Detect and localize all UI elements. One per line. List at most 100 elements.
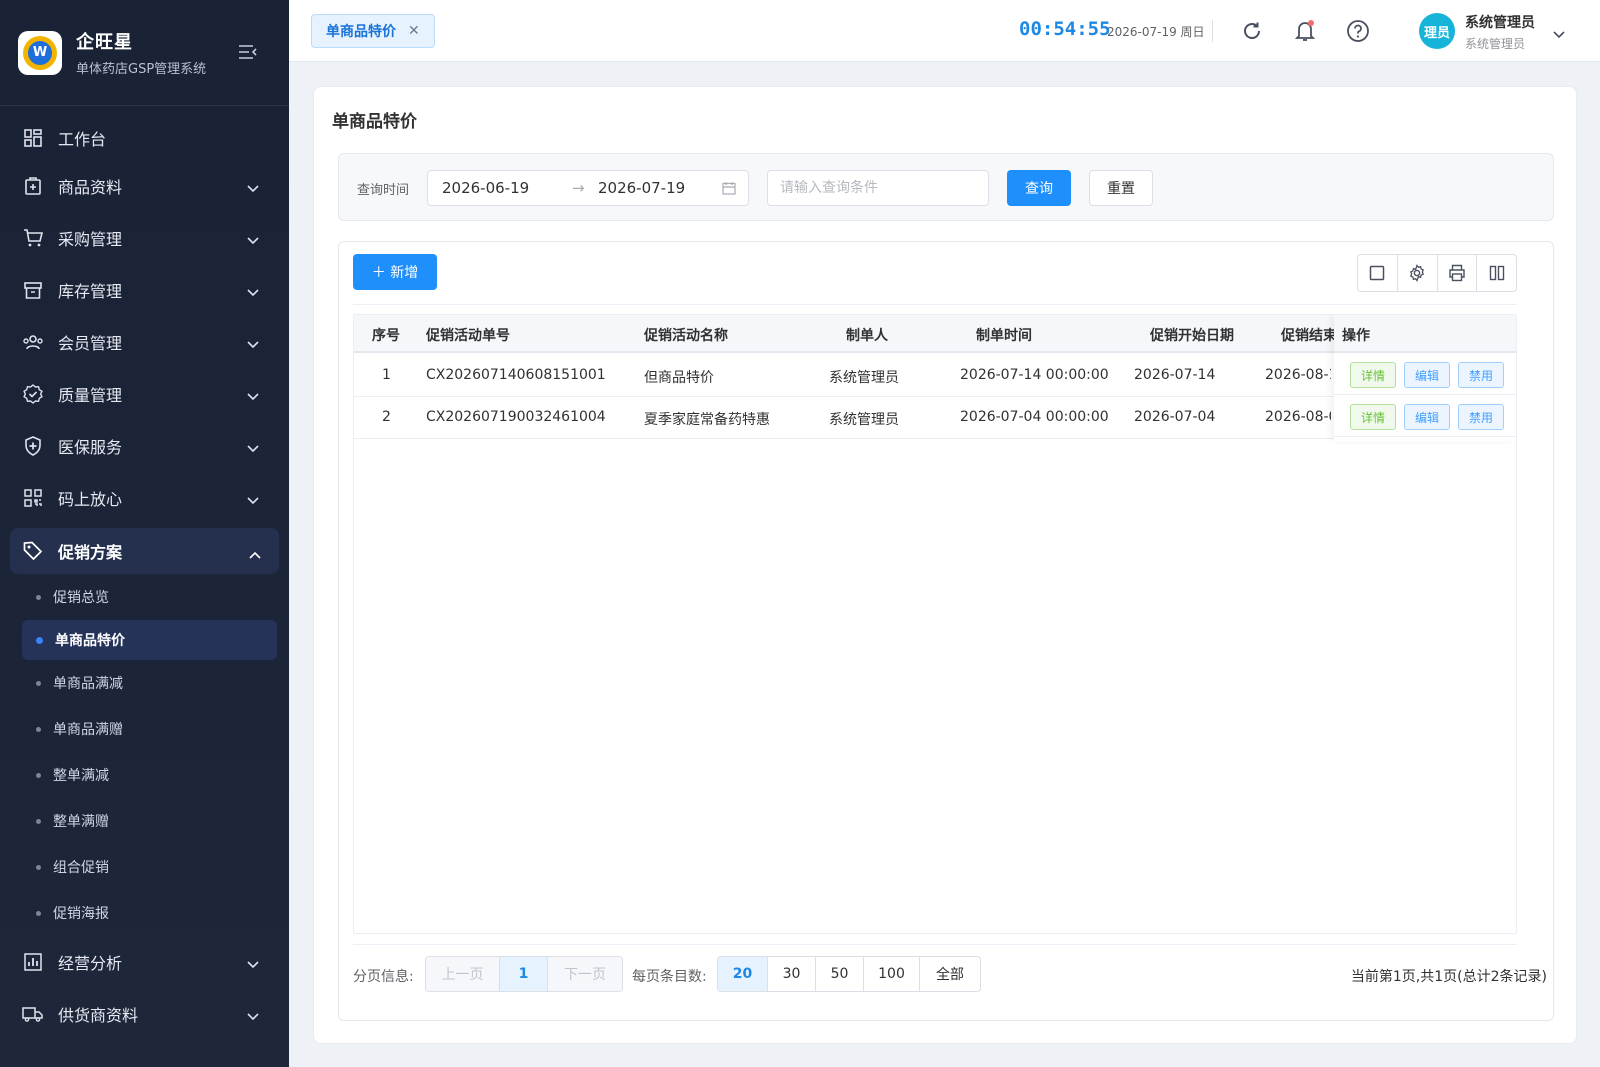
- sidebar-item-label: 医保服务: [58, 438, 123, 457]
- add-button[interactable]: ＋ 新增: [353, 254, 437, 290]
- disable-button[interactable]: 禁用: [1458, 362, 1504, 388]
- detail-button[interactable]: 详情: [1350, 404, 1396, 430]
- chevron-up-icon: [249, 544, 261, 563]
- brand-title: 企旺星: [76, 32, 133, 53]
- sidebar-item-analytics[interactable]: 经营分析: [0, 936, 289, 988]
- sidebar-item-workbench[interactable]: 工作台: [0, 116, 289, 160]
- submenu-label: 单商品满赠: [53, 722, 123, 738]
- help-icon[interactable]: [1345, 18, 1371, 44]
- detail-button[interactable]: 详情: [1350, 362, 1396, 388]
- topbar: 单商品特价 ✕ 00:54:55 2026-07-19 周日 理员 系统管理员 …: [289, 0, 1600, 62]
- submenu-item-single-gift[interactable]: 单商品满赠: [0, 706, 289, 752]
- cell-code: CX202607190032461004: [426, 409, 606, 425]
- chart-icon: [22, 951, 44, 973]
- sidebar-item-label: 采购管理: [58, 230, 123, 249]
- sidebar-item-products[interactable]: 商品资料: [0, 160, 289, 212]
- sidebar: W 企旺星 单体药店GSP管理系统 工作台 商品资料 采购管理 库存管理 会员管…: [0, 0, 289, 1067]
- fullscreen-icon[interactable]: [1358, 255, 1398, 291]
- chevron-down-icon[interactable]: [1553, 24, 1565, 43]
- prev-page-button[interactable]: 上一页: [426, 957, 500, 991]
- clock: 00:54:55: [1019, 18, 1111, 40]
- add-button-label: 新增: [390, 265, 419, 281]
- tab-label: 单商品特价: [326, 24, 396, 40]
- actions-column: 操作 详情 编辑 禁用 详情 编辑 禁用: [1334, 315, 1516, 441]
- sidebar-item-purchase[interactable]: 采购管理: [0, 212, 289, 264]
- search-input[interactable]: [767, 170, 989, 206]
- cell-name: 但商品特价: [644, 370, 714, 386]
- tag-icon: [22, 540, 44, 562]
- collapse-menu-icon[interactable]: [238, 44, 258, 65]
- bell-icon[interactable]: [1292, 18, 1318, 44]
- current-page[interactable]: 1: [500, 957, 548, 991]
- page-size-option[interactable]: 50: [816, 957, 864, 991]
- cell-code: CX202607140608151001: [426, 367, 606, 383]
- date-range-picker[interactable]: 2026-06-19 → 2026-07-19: [427, 170, 749, 206]
- cell-creator: 系统管理员: [829, 370, 899, 386]
- column-header: 促销开始日期: [1150, 328, 1234, 344]
- submenu-label: 促销总览: [53, 590, 109, 606]
- column-header: 制单时间: [976, 328, 1032, 344]
- chevron-down-icon: [247, 490, 259, 509]
- avatar[interactable]: 理员: [1419, 13, 1455, 49]
- quality-icon: [22, 383, 44, 405]
- page-size-option[interactable]: 100: [864, 957, 920, 991]
- columns-icon[interactable]: [1477, 255, 1516, 291]
- sidebar-item-promotions[interactable]: 促销方案: [10, 528, 279, 574]
- gear-icon[interactable]: [1398, 255, 1438, 291]
- close-icon[interactable]: ✕: [408, 23, 420, 39]
- submenu-item-single-special[interactable]: 单商品特价: [22, 620, 277, 660]
- sidebar-item-label: 会员管理: [58, 334, 123, 353]
- sidebar-item-members[interactable]: 会员管理: [0, 316, 289, 368]
- submenu-item-order-gift[interactable]: 整单满赠: [0, 798, 289, 844]
- column-header: 制单人: [846, 328, 888, 344]
- sidebar-item-inventory[interactable]: 库存管理: [0, 264, 289, 316]
- query-time-label: 查询时间: [357, 183, 410, 198]
- tab-single-special[interactable]: 单商品特价 ✕: [311, 14, 435, 48]
- user-name[interactable]: 系统管理员: [1465, 12, 1535, 32]
- submenu-item-poster[interactable]: 促销海报: [0, 890, 289, 936]
- page-size-option[interactable]: 20: [718, 957, 768, 991]
- cell-start: 2026-07-14: [1134, 367, 1216, 383]
- edit-button[interactable]: 编辑: [1404, 404, 1450, 430]
- truck-icon: [22, 1003, 44, 1025]
- chevron-down-icon: [247, 230, 259, 249]
- print-icon[interactable]: [1438, 255, 1478, 291]
- submenu-label: 组合促销: [53, 860, 109, 876]
- end-date[interactable]: 2026-07-19: [598, 179, 685, 197]
- refresh-icon[interactable]: [1239, 18, 1265, 44]
- cell-index: 2: [382, 409, 391, 425]
- main-card: 单商品特价 查询时间 2026-06-19 → 2026-07-19 查询 重置…: [313, 86, 1577, 1044]
- cell-end: 2026-08-14: [1265, 367, 1331, 383]
- shield-plus-icon: [22, 435, 44, 457]
- column-header: 序号: [372, 328, 400, 344]
- cart-icon: [22, 227, 44, 249]
- sidebar-item-quality[interactable]: 质量管理: [0, 368, 289, 420]
- column-header: 操作: [1342, 328, 1370, 344]
- data-table: 序号 促销活动单号 促销活动名称 制单人 制单时间 促销开始日期 促销结束日期 …: [353, 314, 1517, 934]
- page-title: 单商品特价: [332, 112, 417, 132]
- chevron-down-icon: [247, 1006, 259, 1025]
- submenu-item-single-discount[interactable]: 单商品满减: [0, 660, 289, 706]
- disable-button[interactable]: 禁用: [1458, 404, 1504, 430]
- start-date[interactable]: 2026-06-19: [442, 179, 529, 197]
- page-size-option[interactable]: 全部: [920, 957, 980, 991]
- submenu-item-combo[interactable]: 组合促销: [0, 844, 289, 890]
- reset-button[interactable]: 重置: [1089, 170, 1153, 206]
- sidebar-item-suppliers[interactable]: 供货商资料: [0, 988, 289, 1040]
- page-size-option[interactable]: 30: [768, 957, 816, 991]
- submenu-item-promo-overview[interactable]: 促销总览: [0, 574, 289, 620]
- sidebar-item-insurance[interactable]: 医保服务: [0, 420, 289, 472]
- chevron-down-icon: [247, 386, 259, 405]
- next-page-button[interactable]: 下一页: [548, 957, 622, 991]
- app-logo: W: [18, 30, 62, 75]
- dashboard-icon: [22, 127, 44, 149]
- pagination-label: 分页信息:: [353, 969, 414, 985]
- submenu-item-order-discount[interactable]: 整单满减: [0, 752, 289, 798]
- sidebar-item-qrcode[interactable]: 码上放心: [0, 472, 289, 524]
- search-button[interactable]: 查询: [1007, 170, 1071, 206]
- range-arrow-icon: →: [572, 179, 585, 197]
- cell-end: 2026-08-04: [1265, 409, 1331, 425]
- edit-button[interactable]: 编辑: [1404, 362, 1450, 388]
- pager: 上一页 1 下一页: [425, 956, 623, 992]
- calendar-icon[interactable]: [722, 181, 736, 199]
